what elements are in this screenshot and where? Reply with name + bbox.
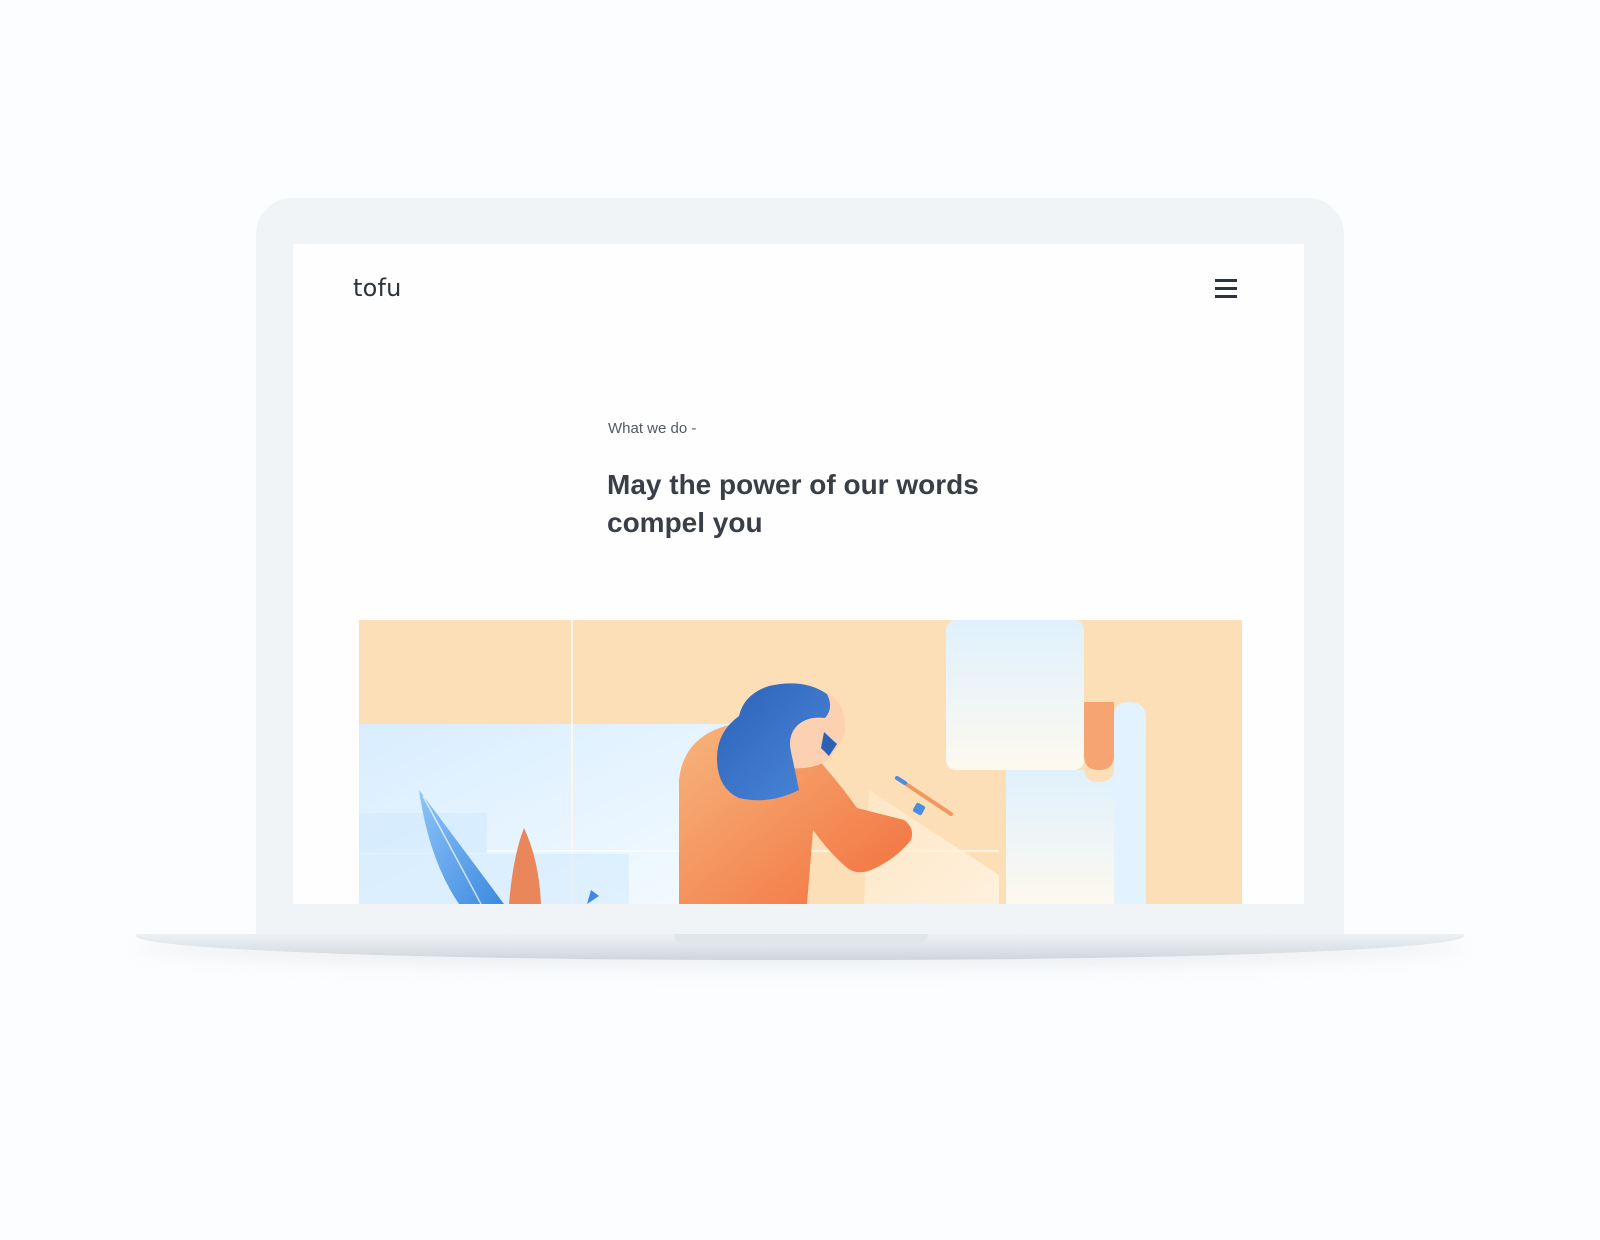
hero-illustration: [359, 620, 1242, 904]
laptop-notch: [674, 934, 928, 944]
hamburger-menu-icon[interactable]: [1215, 279, 1237, 299]
laptop-screen: tofu What we do - May the power of our w…: [293, 244, 1304, 904]
menu-line: [1215, 295, 1237, 298]
section-eyebrow: What we do -: [608, 420, 697, 437]
hero-headline: May the power of our words compel you: [607, 469, 979, 538]
paper-sheet: [946, 620, 1084, 770]
paper-curl: [1084, 702, 1114, 770]
logo[interactable]: tofu: [353, 274, 402, 302]
menu-line: [1215, 287, 1237, 290]
menu-line: [1215, 279, 1237, 282]
woman-writing-icon: [359, 620, 1242, 904]
paper-roll: [1114, 702, 1146, 904]
window-block: [359, 813, 487, 853]
